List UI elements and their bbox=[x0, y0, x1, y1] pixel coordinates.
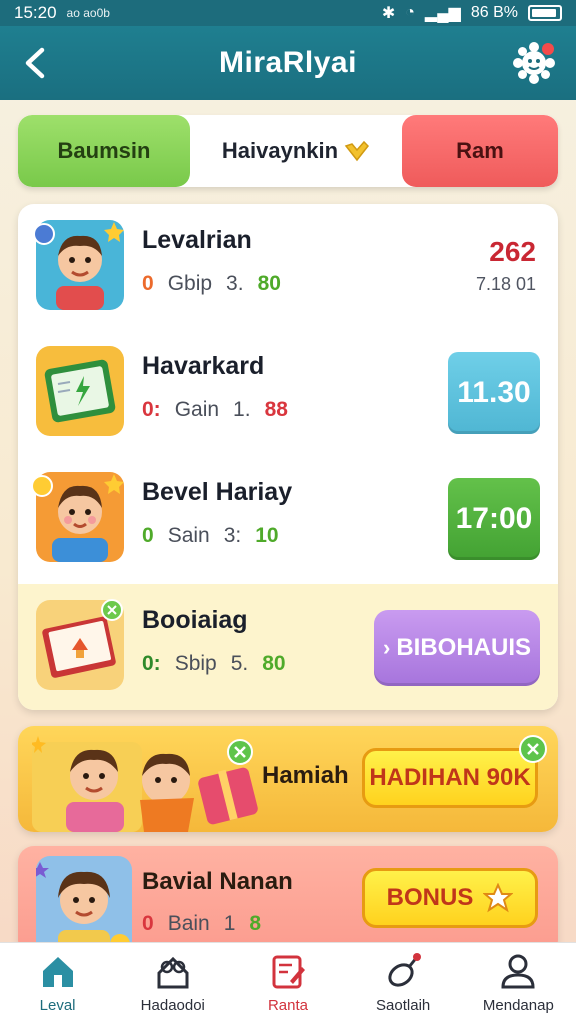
home-icon bbox=[42, 957, 73, 987]
list-item[interactable]: Levalrian 0 Gbip 3. 80 262 7.18 01 bbox=[18, 204, 558, 328]
bluetooth-icon: ✱ bbox=[381, 5, 396, 22]
signal-icon: ▂▄▆ bbox=[424, 5, 461, 22]
tab-bar: Baumsin Haivaynkin Ram bbox=[18, 115, 558, 187]
score-value: 262 bbox=[489, 236, 536, 267]
status-right-text: 86 B% bbox=[470, 4, 518, 21]
nav-label: Leval bbox=[39, 997, 76, 1014]
promo-card[interactable]: Bavial Nanan 0 Bain 1 8 BONUS bbox=[18, 846, 558, 956]
stat-label: Sbip bbox=[174, 652, 217, 675]
promo-stats: 0 Bain 1 8 bbox=[142, 912, 261, 936]
status-bar: 15:20 ao ao0b ✱ ◔ ▂▄▆ 86 B% bbox=[0, 0, 576, 26]
item-title: Bevel Hariay bbox=[142, 478, 293, 506]
nav-label: Saotlaih bbox=[376, 997, 431, 1014]
bonus-button[interactable]: BONUS bbox=[362, 868, 538, 928]
item-stats: 0: Gain 1. 88 bbox=[142, 398, 288, 422]
list-item[interactable]: Bevel Hariay 0 Sain 3: 10 17:00 bbox=[18, 456, 558, 580]
stat-value: 8 bbox=[249, 912, 262, 935]
stat-zero: 0 bbox=[142, 524, 154, 547]
chevron-right-icon: › bbox=[383, 635, 391, 660]
score-subvalue: 7.18 01 bbox=[475, 274, 536, 294]
stat-zero: 0: bbox=[142, 398, 161, 421]
status-time: 15:20 bbox=[14, 3, 57, 22]
edit-document-icon bbox=[272, 955, 305, 989]
list-item[interactable]: Booiaiag 0: Sbip 5. 80 › BIBOHAUIS bbox=[18, 584, 558, 710]
search-icon bbox=[388, 953, 422, 987]
wifi-icon: ◔ bbox=[405, 4, 415, 21]
tab-ram[interactable]: Ram bbox=[402, 115, 558, 187]
house-outline-icon bbox=[157, 956, 189, 989]
stat-zero: 0 bbox=[142, 912, 154, 935]
tab-baumsin[interactable]: Baumsin bbox=[18, 115, 190, 187]
star-icon bbox=[483, 883, 514, 913]
stat-number: 1. bbox=[233, 398, 251, 421]
hadihan-button[interactable]: HADIHAN 90K bbox=[362, 748, 538, 808]
item-score: 262 7.18 01 bbox=[476, 236, 536, 295]
status-small-text: ao ao0b bbox=[66, 6, 110, 20]
stat-number: 3. bbox=[226, 272, 244, 295]
stat-label: Sain bbox=[167, 524, 210, 547]
value-button[interactable]: 11.30 bbox=[448, 352, 540, 434]
item-title: Levalrian bbox=[142, 226, 252, 254]
nav-label: Mendanap bbox=[482, 997, 554, 1014]
stat-label: Gbip bbox=[167, 272, 213, 295]
close-badge-icon[interactable] bbox=[518, 734, 548, 764]
kids-illustration-icon bbox=[32, 736, 258, 832]
value-label: 11.30 bbox=[457, 376, 531, 409]
tablet-icon bbox=[36, 346, 124, 436]
stat-label: Bain bbox=[167, 912, 210, 935]
tab-label: Ram bbox=[456, 138, 504, 163]
nav-item-leval[interactable]: Leval bbox=[3, 951, 113, 1014]
stat-number: 3: bbox=[223, 524, 242, 547]
tab-haivaynkin[interactable]: Haivaynkin bbox=[190, 115, 402, 187]
book-icon bbox=[36, 599, 124, 690]
item-stats: 0: Sbip 5. 80 bbox=[142, 652, 286, 676]
promo-title: Bavial Nanan bbox=[142, 868, 293, 895]
settings-gear-icon[interactable] bbox=[510, 38, 558, 86]
nav-item-mendanap[interactable]: Mendanap bbox=[463, 951, 573, 1014]
stat-label: Gain bbox=[174, 398, 220, 421]
user-profile-icon bbox=[501, 954, 535, 989]
check-badge-icon bbox=[344, 140, 370, 162]
promo-button-label: HADIHAN 90K bbox=[369, 764, 531, 791]
nav-label: Hadaodoi bbox=[140, 997, 205, 1014]
girl-avatar-icon bbox=[36, 856, 132, 956]
boy-avatar-icon bbox=[33, 220, 124, 310]
promo-card[interactable]: Hamiah HADIHAN 90K bbox=[18, 726, 558, 832]
app-header: MiraRlyai bbox=[0, 26, 576, 100]
stat-value: 80 bbox=[257, 272, 281, 295]
nav-item-hadaodoi[interactable]: Hadaodoi bbox=[118, 951, 228, 1014]
item-title: Havarkard bbox=[142, 352, 265, 380]
stat-zero: 0 bbox=[142, 272, 154, 295]
tab-label: Haivaynkin bbox=[221, 138, 339, 163]
promo-title: Hamiah bbox=[262, 762, 349, 789]
stat-number: 5. bbox=[230, 652, 249, 675]
nav-label: Ranta bbox=[267, 997, 308, 1014]
value-label: 17:00 bbox=[455, 502, 533, 535]
boy-painter-avatar-icon bbox=[31, 472, 124, 562]
game-list-card: Levalrian 0 Gbip 3. 80 262 7.18 01 Havar… bbox=[18, 204, 558, 710]
stat-value: 80 bbox=[262, 652, 286, 675]
value-button[interactable]: 17:00 bbox=[448, 478, 540, 560]
promo-button-label: BONUS bbox=[386, 884, 474, 911]
value-label: BIBOHAUIS bbox=[396, 634, 531, 661]
item-stats: 0 Gbip 3. 80 bbox=[142, 272, 281, 296]
stat-value: 88 bbox=[264, 398, 288, 421]
item-title: Booiaiag bbox=[142, 606, 248, 634]
stat-zero: 0: bbox=[142, 652, 161, 675]
stat-value: 10 bbox=[255, 524, 279, 547]
page-title: MiraRlyai bbox=[219, 46, 357, 79]
nav-item-ranta[interactable]: Ranta bbox=[233, 951, 343, 1014]
tab-label: Baumsin bbox=[57, 138, 151, 163]
battery-icon bbox=[528, 5, 562, 21]
bottom-navigation: Leval Hadaodoi Ranta Saotlaih Mendanap bbox=[0, 942, 576, 1024]
list-item[interactable]: Havarkard 0: Gain 1. 88 11.30 bbox=[18, 330, 558, 454]
back-button[interactable] bbox=[20, 44, 54, 82]
nav-item-saotlaih[interactable]: Saotlaih bbox=[348, 951, 458, 1014]
item-stats: 0 Sain 3: 10 bbox=[142, 524, 279, 548]
stat-number: 1 bbox=[223, 912, 236, 935]
bonus-purple-button[interactable]: › BIBOHAUIS bbox=[374, 610, 540, 686]
